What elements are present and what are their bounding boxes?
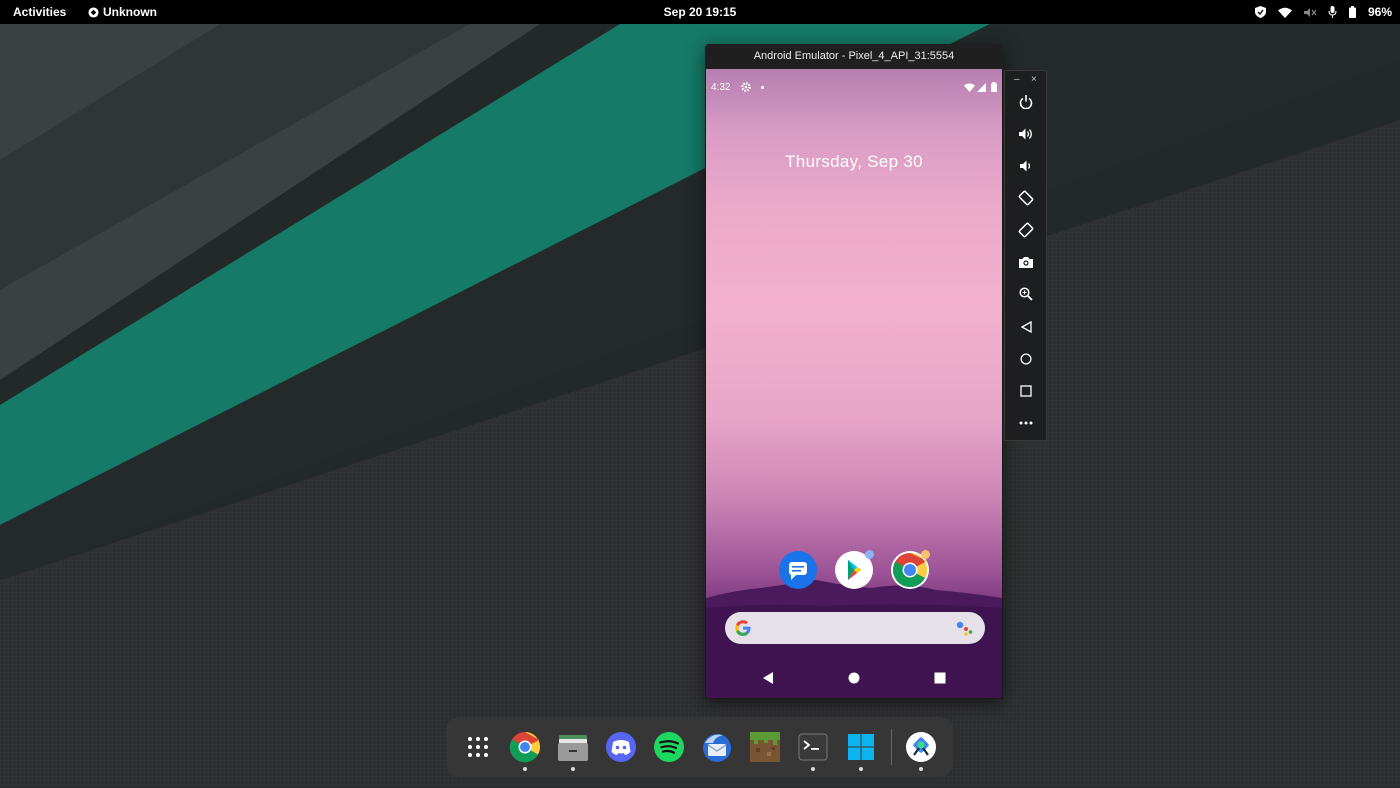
google-g-icon — [735, 620, 751, 636]
android-nav-bar — [706, 658, 1002, 698]
minecraft-icon — [750, 732, 780, 762]
volume-down-button[interactable] — [1016, 156, 1036, 176]
settings-gear-icon — [741, 82, 751, 92]
chrome-icon[interactable] — [891, 550, 930, 589]
overview-button[interactable] — [1016, 381, 1036, 401]
emulator-title-bar[interactable]: Android Emulator - Pixel_4_API_31:5554 — [705, 44, 1003, 69]
rotate-right-button[interactable] — [1016, 220, 1036, 240]
battery-percentage: 96% — [1367, 5, 1392, 19]
dock-files[interactable] — [557, 731, 589, 771]
dock-spotify[interactable] — [653, 731, 685, 763]
android-wifi-icon — [964, 83, 975, 92]
home-icon — [1020, 353, 1032, 365]
running-indicator — [859, 767, 863, 771]
android-studio-icon — [906, 732, 936, 762]
dock-terminal[interactable] — [797, 731, 829, 771]
more-button[interactable] — [1016, 413, 1036, 433]
terminal-icon — [798, 733, 828, 761]
emulator-window[interactable]: Android Emulator - Pixel_4_API_31:5554 4… — [705, 44, 1003, 699]
notification-badge — [921, 550, 930, 559]
battery-icon — [1348, 6, 1356, 18]
app-indicator-icon — [88, 6, 99, 18]
dock-minecraft[interactable] — [749, 731, 781, 763]
zoom-button[interactable] — [1016, 284, 1036, 304]
desktop-wallpaper — [0, 0, 1400, 788]
screenshot-button[interactable] — [1016, 252, 1036, 272]
emulator-toolbar: – × — [1004, 70, 1047, 441]
nav-back-icon[interactable] — [762, 672, 774, 684]
windows-icon — [848, 734, 874, 760]
cell-signal-icon — [977, 83, 986, 92]
nav-overview-icon[interactable] — [934, 672, 946, 684]
rotate-right-icon — [1018, 222, 1034, 238]
rotate-left-button[interactable] — [1016, 188, 1036, 208]
android-battery-icon — [991, 82, 997, 92]
power-button[interactable] — [1016, 92, 1036, 112]
minimize-button[interactable]: – — [1014, 74, 1020, 85]
volume-up-button[interactable] — [1016, 124, 1036, 144]
files-icon — [558, 735, 588, 761]
back-icon — [1020, 321, 1032, 333]
close-button[interactable]: × — [1031, 74, 1037, 85]
notification-badge — [865, 550, 874, 559]
running-indicator — [523, 767, 527, 771]
date-widget[interactable]: Thursday, Sep 30 — [706, 152, 1002, 172]
phone-screen[interactable]: 4:32 Thursday, Sep 30 — [706, 69, 1002, 698]
running-indicator — [571, 767, 575, 771]
android-status-bar: 4:32 — [706, 69, 1002, 105]
running-indicator — [811, 767, 815, 771]
overview-icon — [1020, 385, 1032, 397]
status-time: 4:32 — [711, 82, 731, 93]
google-assistant-icon[interactable] — [956, 620, 974, 636]
dock-separator — [891, 729, 892, 765]
play-store-icon[interactable] — [835, 550, 874, 589]
spotify-icon — [654, 732, 684, 762]
show-apps-button[interactable] — [462, 731, 494, 763]
messages-icon[interactable] — [779, 551, 817, 589]
app-name: Unknown — [103, 5, 157, 19]
message-bubble-icon — [789, 562, 807, 580]
top-bar: Activities Unknown Sep 20 19:15 96% — [0, 0, 1400, 24]
google-search-bar[interactable] — [725, 612, 985, 644]
clock[interactable]: Sep 20 19:15 — [0, 5, 1400, 19]
shield-icon — [1254, 6, 1266, 18]
chrome-icon — [509, 732, 541, 763]
dock — [446, 717, 953, 777]
activities-button[interactable]: Activities — [13, 5, 66, 19]
thunderbird-icon — [703, 734, 731, 762]
home-button[interactable] — [1016, 349, 1036, 369]
app-menu[interactable]: Unknown — [88, 5, 157, 19]
more-icon — [1019, 421, 1033, 425]
nav-home-icon[interactable] — [848, 672, 860, 684]
wifi-icon — [1277, 7, 1292, 18]
camera-icon — [1019, 257, 1033, 268]
app-grid-icon — [468, 737, 488, 757]
system-tray[interactable]: 96% — [1254, 5, 1392, 19]
speaker-muted-icon — [1303, 7, 1316, 17]
notification-dot-icon — [761, 86, 764, 89]
dock-discord[interactable] — [605, 731, 637, 763]
microphone-icon — [1328, 6, 1337, 18]
discord-icon — [606, 732, 636, 762]
volume-down-icon — [1020, 160, 1031, 172]
dock-thunderbird[interactable] — [701, 731, 733, 763]
rotate-left-icon — [1018, 190, 1034, 206]
dock-windows[interactable] — [845, 731, 877, 771]
volume-up-icon — [1019, 128, 1032, 140]
running-indicator — [919, 767, 923, 771]
zoom-icon — [1019, 287, 1033, 301]
dock-android-studio[interactable] — [905, 731, 937, 771]
back-button[interactable] — [1016, 317, 1036, 337]
window-title: Android Emulator - Pixel_4_API_31:5554 — [753, 50, 955, 62]
power-icon — [1019, 95, 1033, 109]
dock-chrome[interactable] — [509, 731, 541, 771]
